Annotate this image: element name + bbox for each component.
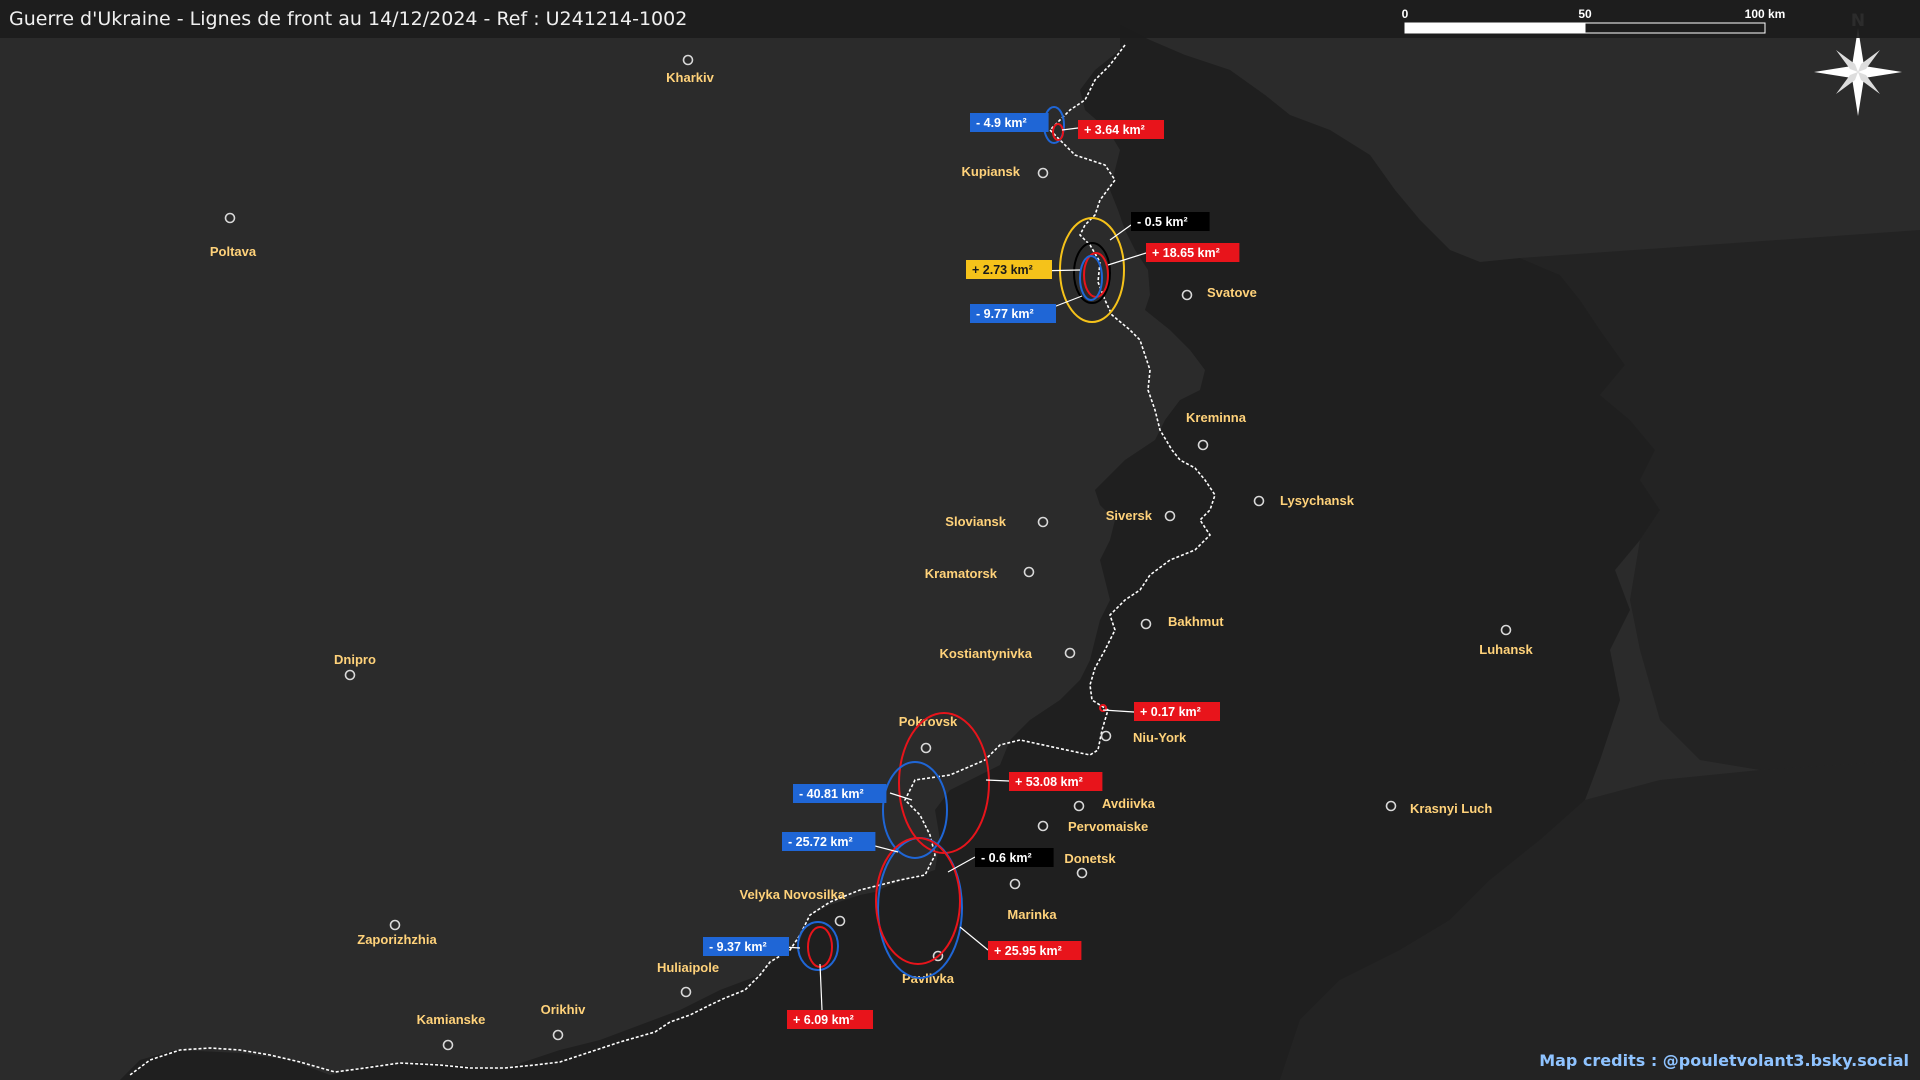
area-change-label-9[interactable]: - 40.81 km² [793, 784, 887, 803]
area-change-text: - 9.77 km² [976, 307, 1034, 321]
area-change-label-14[interactable]: + 6.09 km² [787, 1010, 873, 1029]
scale-bar: 0 50 100 km [1402, 7, 1786, 34]
city-label: Donetsk [1064, 851, 1116, 866]
area-change-label-6[interactable]: - 9.77 km² [970, 304, 1056, 323]
city-kramatorsk[interactable]: Kramatorsk [925, 566, 1035, 581]
map-title: Guerre d'Ukraine - Lignes de front au 14… [9, 8, 688, 30]
city-zaporizhzhia[interactable]: Zaporizhzhia [357, 919, 437, 948]
city-label: Niu-York [1133, 730, 1187, 745]
city-label: Svatove [1207, 285, 1257, 300]
city-dot-icon [552, 1029, 564, 1041]
area-change-text: + 2.73 km² [972, 263, 1033, 277]
city-label: Lysychansk [1280, 493, 1355, 508]
area-change-text: + 18.65 km² [1152, 246, 1220, 260]
scale-label-100: 100 km [1745, 7, 1786, 21]
city-dot-icon [1064, 647, 1076, 659]
city-dot-icon [344, 669, 356, 681]
city-label: Luhansk [1479, 642, 1533, 657]
city-kharkiv[interactable]: Kharkiv [666, 54, 715, 86]
city-label: Pavlivka [902, 971, 955, 986]
city-label: Kamianske [417, 1012, 486, 1027]
city-dot-icon [442, 1039, 454, 1051]
city-dot-icon [682, 54, 694, 66]
city-label: Poltava [210, 244, 257, 259]
city-label: Zaporizhzhia [357, 932, 437, 947]
city-label: Kramatorsk [925, 566, 998, 581]
area-change-text: - 40.81 km² [799, 787, 864, 801]
scale-bar-segment-2 [1584, 22, 1766, 34]
city-dot-icon [1023, 566, 1035, 578]
city-label: Huliaipole [657, 960, 719, 975]
city-label: Velyka Novosilka [739, 887, 845, 902]
area-change-label-3[interactable]: - 0.5 km² [1131, 212, 1210, 231]
city-dot-icon [224, 212, 236, 224]
city-label: Pervomaiske [1068, 819, 1148, 834]
city-label: Siversk [1106, 508, 1153, 523]
city-label: Kharkiv [666, 70, 714, 85]
city-label: Sloviansk [945, 514, 1006, 529]
area-change-label-1[interactable]: - 4.9 km² [970, 113, 1049, 132]
city-kamianske[interactable]: Kamianske [417, 1012, 486, 1051]
city-label: Bakhmut [1168, 614, 1224, 629]
city-pokrovsk[interactable]: Pokrovsk [899, 714, 958, 754]
area-change-text: - 25.72 km² [788, 835, 853, 849]
city-label: Marinka [1007, 907, 1057, 922]
city-label: Kreminna [1186, 410, 1247, 425]
occupied-territory [120, 0, 1660, 1080]
area-change-label-12[interactable]: + 25.95 km² [988, 941, 1082, 960]
area-change-text: + 0.17 km² [1140, 705, 1201, 719]
city-kupiansk[interactable]: Kupiansk [961, 164, 1049, 179]
city-label: Avdiivka [1102, 796, 1156, 811]
area-change-label-13[interactable]: - 9.37 km² [703, 937, 789, 956]
city-dot-icon [1037, 167, 1049, 179]
city-dot-icon [1037, 516, 1049, 528]
city-poltava[interactable]: Poltava [210, 212, 257, 260]
area-change-text: + 6.09 km² [793, 1013, 854, 1027]
map-credits[interactable]: Map credits : @pouletvolant3.bsky.social [1539, 1051, 1909, 1070]
area-change-text: + 53.08 km² [1015, 775, 1083, 789]
area-change-label-4[interactable]: + 18.65 km² [1146, 243, 1240, 262]
city-label: Kostiantynivka [940, 646, 1033, 661]
scale-label-50: 50 [1578, 7, 1592, 21]
area-change-text: - 0.5 km² [1137, 215, 1188, 229]
city-dot-icon [389, 919, 401, 931]
map-canvas[interactable]: Kharkiv Kupiansk Poltava Svatove Kreminna Lys… [0, 0, 1920, 1080]
city-label: Orikhiv [541, 1002, 587, 1017]
city-dnipro[interactable]: Dnipro [334, 652, 376, 681]
area-change-label-7[interactable]: + 0.17 km² [1134, 702, 1220, 721]
compass-rose-icon [1814, 28, 1902, 116]
area-change-label-5[interactable]: + 2.73 km² [966, 260, 1052, 279]
area-change-label-8[interactable]: + 53.08 km² [1009, 772, 1103, 791]
city-label: Kupiansk [961, 164, 1020, 179]
city-orikhiv[interactable]: Orikhiv [541, 1002, 587, 1041]
scale-bar-segment-1 [1404, 22, 1586, 34]
area-change-label-2[interactable]: + 3.64 km² [1078, 120, 1164, 139]
leader-line [1107, 252, 1147, 266]
area-change-text: + 3.64 km² [1084, 123, 1145, 137]
city-dot-icon [920, 742, 932, 754]
scale-label-0: 0 [1402, 7, 1409, 21]
city-kostiantynivka[interactable]: Kostiantynivka [940, 646, 1076, 661]
area-change-text: + 25.95 km² [994, 944, 1062, 958]
area-change-text: - 0.6 km² [981, 851, 1032, 865]
city-huliaipole[interactable]: Huliaipole [657, 960, 719, 998]
area-change-text: - 9.37 km² [709, 940, 767, 954]
area-change-label-10[interactable]: - 25.72 km² [782, 832, 876, 851]
area-change-text: - 4.9 km² [976, 116, 1027, 130]
city-dot-icon [680, 986, 692, 998]
area-change-label-11[interactable]: - 0.6 km² [975, 848, 1054, 867]
city-label: Krasnyi Luch [1410, 801, 1492, 816]
city-sloviansk[interactable]: Sloviansk [945, 514, 1049, 529]
city-label: Dnipro [334, 652, 376, 667]
